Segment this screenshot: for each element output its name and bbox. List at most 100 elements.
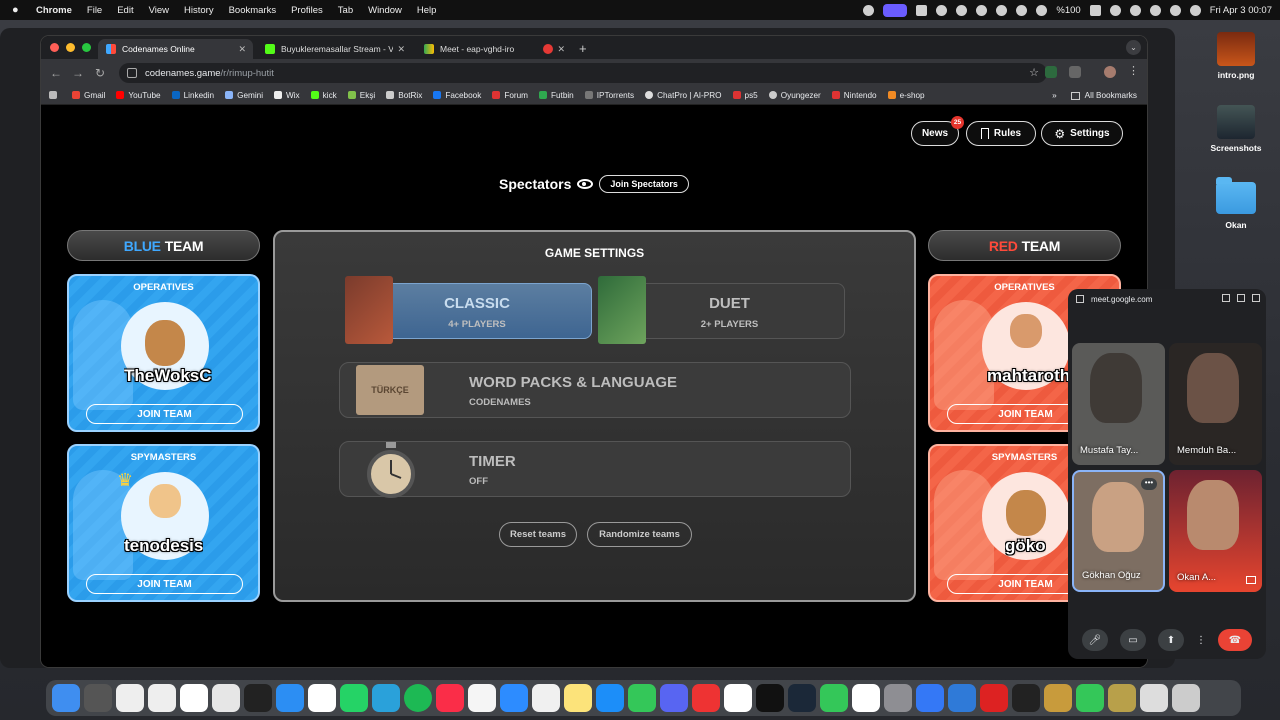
bookmark-youtube[interactable]: YouTube [116, 91, 161, 100]
safari-icon[interactable] [276, 684, 304, 712]
yandex-icon[interactable] [148, 684, 176, 712]
screen-record-icon[interactable] [883, 3, 908, 17]
user-icon[interactable] [1149, 4, 1161, 16]
rules-button[interactable]: Rules [966, 121, 1036, 146]
chrome-icon[interactable] [308, 684, 336, 712]
bookmark-gmail[interactable]: Gmail [72, 91, 105, 100]
word-packs-button[interactable]: TÜRKÇE WORD PACKS & LANGUAGE CODENAMES [339, 362, 851, 418]
calendar-icon[interactable] [852, 684, 880, 712]
settings-button[interactable]: ⚙ Settings [1041, 121, 1123, 146]
menu-tab[interactable]: Tab [338, 5, 353, 16]
news-button[interactable]: News 25 [911, 116, 964, 146]
menu-app-name[interactable]: Chrome [36, 5, 72, 16]
bookmark-nintendo[interactable]: Nintendo [831, 91, 877, 100]
clock[interactable]: Fri Apr 3 00:07 [1210, 5, 1272, 16]
search-icon[interactable] [1129, 4, 1141, 16]
battery-icon[interactable] [1089, 4, 1101, 16]
reload-icon[interactable]: ↻ [89, 66, 111, 80]
league-icon[interactable] [1044, 684, 1072, 712]
more-options-icon[interactable]: ••• [1141, 478, 1157, 490]
bookmark-eksi[interactable]: Ekşi [347, 91, 375, 100]
desktop-folder-okan[interactable]: Okan [1206, 177, 1266, 230]
close-icon[interactable] [1252, 294, 1260, 302]
capcut-icon[interactable] [1012, 684, 1040, 712]
telegram-icon[interactable] [936, 4, 948, 16]
microphone-icon[interactable]: 🎤︎ [1082, 629, 1108, 651]
tab-codenames[interactable]: Codenames Online ✕ [98, 39, 253, 59]
forward-icon[interactable]: → [67, 66, 89, 80]
duet-mode-button[interactable]: DUET 2+ PLAYERS [614, 283, 845, 339]
bookmark-ps5[interactable]: ps5 [732, 91, 758, 100]
site-settings-icon[interactable] [1076, 295, 1084, 303]
app-icon[interactable] [180, 684, 208, 712]
bookmark-chatpro[interactable]: ChatPro | AI-PRO [645, 91, 722, 100]
arc-icon[interactable] [532, 684, 560, 712]
bookmark-facebook[interactable]: Facebook [433, 91, 481, 100]
notes-icon[interactable] [564, 684, 592, 712]
menu-history[interactable]: History [184, 5, 214, 16]
camera-toggle-icon[interactable]: ▭ [1120, 629, 1146, 651]
facetime-icon[interactable] [820, 684, 848, 712]
apple-menu-icon[interactable]: ● [12, 4, 26, 16]
participant-tile[interactable]: Memduh Ba... [1169, 343, 1262, 465]
status-icon[interactable] [996, 4, 1008, 16]
reset-teams-button[interactable]: Reset teams [499, 522, 577, 547]
camera-icon[interactable] [1222, 294, 1230, 302]
steam-icon[interactable] [788, 684, 816, 712]
wifi-icon[interactable] [1109, 4, 1121, 16]
trash-icon[interactable] [1172, 684, 1200, 712]
music-icon[interactable] [436, 684, 464, 712]
minimize-window-button[interactable] [66, 43, 75, 52]
game-icon[interactable] [1108, 684, 1136, 712]
desktop-file-screenshots[interactable]: Screenshots [1206, 105, 1266, 153]
bookmark-forum[interactable]: Forum [492, 91, 528, 100]
zoom-icon[interactable] [500, 684, 528, 712]
profile-avatar-icon[interactable] [1104, 66, 1116, 78]
join-team-button[interactable]: JOIN TEAM [86, 574, 243, 594]
siri-icon[interactable] [1189, 4, 1201, 16]
end-call-icon[interactable]: ☎ [1218, 629, 1252, 651]
bookmark-star-icon[interactable]: ☆ [1029, 66, 1039, 79]
menu-bookmarks[interactable]: Bookmarks [229, 5, 277, 16]
phone-icon[interactable] [1076, 684, 1104, 712]
back-icon[interactable]: ← [45, 66, 67, 80]
extension-icon[interactable] [1045, 66, 1057, 78]
finder-icon[interactable] [52, 684, 80, 712]
app-store-icon[interactable] [596, 684, 624, 712]
bookmark-futbin[interactable]: Futbin [538, 91, 574, 100]
messages-icon[interactable] [628, 684, 656, 712]
app-icon[interactable] [692, 684, 720, 712]
chatgpt-icon[interactable] [244, 684, 272, 712]
join-team-button[interactable]: JOIN TEAM [86, 404, 243, 424]
participant-tile[interactable]: Mustafa Tay... [1072, 343, 1165, 465]
status-icon[interactable] [916, 4, 928, 16]
tab-close-icon[interactable]: ✕ [397, 44, 405, 55]
whatsapp-icon[interactable] [340, 684, 368, 712]
status-icon[interactable] [956, 4, 968, 16]
bookmark-kick[interactable]: kick [310, 91, 337, 100]
menu-edit[interactable]: Edit [117, 5, 133, 16]
timer-button[interactable]: TIMER OFF [339, 441, 851, 498]
tab-search-icon[interactable]: ⌄ [1126, 40, 1141, 55]
bookmark-oyungezer[interactable]: Oyungezer [768, 91, 821, 100]
discord-icon[interactable] [660, 684, 688, 712]
bookmark-linkedin[interactable]: Linkedin [171, 91, 214, 100]
desktop-file-intro[interactable]: intro.png [1206, 32, 1266, 80]
extensions-puzzle-icon[interactable] [1069, 66, 1081, 78]
document-icon[interactable] [1140, 684, 1168, 712]
telegram-icon[interactable] [372, 684, 400, 712]
spotify-icon[interactable] [404, 684, 432, 712]
apps-grid-icon[interactable] [49, 91, 61, 99]
bookmark-wix[interactable]: Wix [274, 91, 300, 100]
status-icon[interactable] [863, 4, 875, 16]
all-bookmarks[interactable]: » All Bookmarks [1052, 86, 1137, 105]
menu-help[interactable]: Help [417, 5, 437, 16]
tab-recording[interactable]: ✕ [535, 39, 569, 59]
back-to-tab-icon[interactable] [1237, 294, 1245, 302]
tab-close-icon[interactable]: ✕ [557, 44, 565, 55]
participant-tile[interactable]: Okan A... [1169, 470, 1262, 592]
photos-icon[interactable] [468, 684, 496, 712]
close-window-button[interactable] [50, 43, 59, 52]
bookmark-iptorrents[interactable]: IPTorrents [584, 91, 634, 100]
menu-view[interactable]: View [149, 5, 169, 16]
